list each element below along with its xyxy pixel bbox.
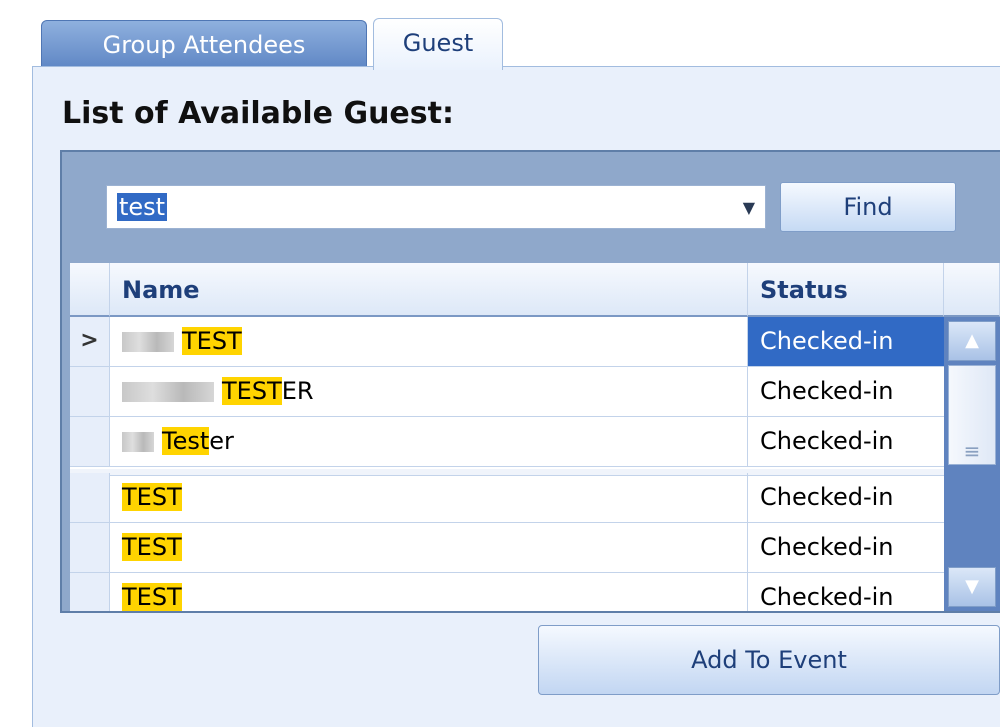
row-indicator-icon: [70, 523, 110, 573]
tab-strip: Group Attendees Guest: [36, 18, 1000, 70]
vertical-scrollbar[interactable]: ▲ ≡ ▼: [944, 317, 1000, 611]
status-cell[interactable]: Checked-in: [748, 417, 944, 467]
table-row[interactable]: TEST Checked-in: [70, 573, 944, 611]
match-highlight: TEST: [182, 327, 242, 355]
match-highlight: TEST: [122, 583, 182, 611]
redacted-name: [122, 382, 214, 402]
header-corner: [944, 263, 1000, 317]
find-button[interactable]: Find: [780, 182, 956, 232]
match-highlight: Test: [162, 427, 210, 455]
panel-title: List of Available Guest:: [62, 96, 454, 131]
scroll-thumb[interactable]: ≡: [948, 365, 996, 465]
tab-group-attendees[interactable]: Group Attendees: [41, 20, 367, 68]
name-cell[interactable]: TEST: [110, 473, 748, 523]
name-cell[interactable]: TEST: [110, 523, 748, 573]
guest-grid: Name Status > TEST Checked-in TESTER Che…: [70, 263, 1000, 611]
add-to-event-button[interactable]: Add To Event: [538, 625, 1000, 695]
scroll-down-icon[interactable]: ▼: [948, 567, 996, 607]
row-indicator-icon: >: [70, 317, 110, 367]
scroll-up-icon[interactable]: ▲: [948, 321, 996, 361]
row-indicator-icon: [70, 473, 110, 523]
name-rest: ER: [281, 377, 314, 405]
name-cell[interactable]: Tester: [110, 417, 748, 467]
search-combobox[interactable]: test ▼: [106, 185, 766, 229]
name-cell[interactable]: TESTER: [110, 367, 748, 417]
status-cell[interactable]: Checked-in: [748, 317, 944, 367]
chevron-down-icon[interactable]: ▼: [743, 194, 755, 222]
name-rest: er: [209, 427, 234, 455]
redacted-name: [122, 432, 154, 452]
table-row[interactable]: > TEST Checked-in: [70, 317, 944, 367]
row-indicator-icon: [70, 417, 110, 467]
match-highlight: TEST: [222, 377, 282, 405]
column-header-name[interactable]: Name: [110, 263, 748, 317]
table-row[interactable]: TEST Checked-in: [70, 523, 944, 573]
search-input[interactable]: test: [117, 193, 168, 221]
redacted-name: [122, 332, 174, 352]
status-cell[interactable]: Checked-in: [748, 367, 944, 417]
match-highlight: TEST: [122, 483, 182, 511]
status-cell[interactable]: Checked-in: [748, 473, 944, 523]
column-header-status[interactable]: Status: [748, 263, 944, 317]
tab-guest[interactable]: Guest: [373, 18, 503, 70]
match-highlight: TEST: [122, 533, 182, 561]
row-indicator-icon: [70, 573, 110, 611]
status-cell[interactable]: Checked-in: [748, 573, 944, 611]
table-row[interactable]: TEST Checked-in: [70, 473, 944, 523]
name-cell[interactable]: TEST: [110, 573, 748, 611]
table-row[interactable]: TESTER Checked-in: [70, 367, 944, 417]
row-selector-header: [70, 263, 110, 317]
name-cell[interactable]: TEST: [110, 317, 748, 367]
table-row[interactable]: Tester Checked-in: [70, 417, 944, 467]
row-indicator-icon: [70, 367, 110, 417]
status-cell[interactable]: Checked-in: [748, 523, 944, 573]
